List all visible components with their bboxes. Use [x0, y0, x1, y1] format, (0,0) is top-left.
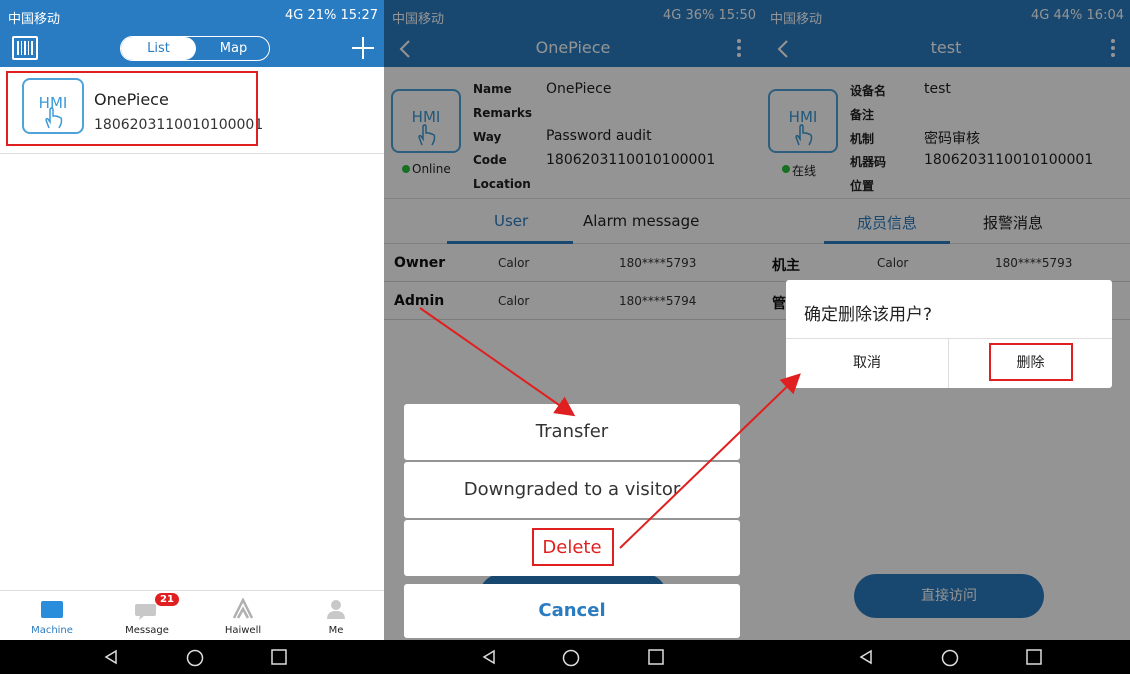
- highlight-box: [989, 343, 1073, 381]
- system-nav-bar: [0, 640, 384, 674]
- home-nav-icon[interactable]: [941, 649, 959, 667]
- cancel-label: Cancel: [538, 600, 606, 621]
- message-badge: 21: [155, 593, 179, 606]
- tab-list[interactable]: List: [121, 37, 196, 60]
- highlight-box: [532, 528, 614, 566]
- highlight-box: [6, 71, 258, 146]
- person-icon: [327, 600, 345, 619]
- dialog-cancel-button[interactable]: 取消: [786, 339, 949, 388]
- status-indicators: 4G 21% 15:27: [285, 8, 378, 23]
- machine-icon: [41, 601, 63, 618]
- recents-nav-icon[interactable]: [1026, 649, 1042, 665]
- haiwell-logo-icon: [232, 598, 254, 619]
- system-nav-bar: [762, 640, 1130, 674]
- dialog-title: 确定删除该用户?: [804, 305, 933, 325]
- dialog-cancel-label: 取消: [853, 355, 881, 371]
- add-icon[interactable]: [350, 35, 376, 65]
- bottom-tab-bar: Machine 21 Message Haiwell Me: [0, 590, 384, 640]
- recents-nav-icon[interactable]: [271, 649, 287, 665]
- tab-map[interactable]: Map: [196, 37, 269, 60]
- home-nav-icon[interactable]: [186, 649, 204, 667]
- back-nav-icon[interactable]: [103, 649, 119, 665]
- view-toggle: List Map: [120, 36, 270, 61]
- downgrade-visitor-button[interactable]: Downgraded to a visitor: [404, 462, 740, 518]
- system-nav-bar: [384, 640, 762, 674]
- back-nav-icon[interactable]: [858, 649, 874, 665]
- barcode-scan-icon[interactable]: [12, 36, 38, 60]
- device-detail-screen-zh: 中国移动 4G 44% 16:04 test HMI 在线 设备名 备注 机制 …: [762, 0, 1130, 674]
- device-detail-screen: 中国移动 4G 36% 15:50 OnePiece HMI Online Na…: [384, 0, 762, 674]
- carrier-label: 中国移动: [8, 12, 61, 27]
- transfer-button[interactable]: Transfer: [404, 404, 740, 460]
- recents-nav-icon[interactable]: [648, 649, 664, 665]
- top-toolbar: List Map: [0, 30, 384, 67]
- status-bar: 中国移动 4G 21% 15:27: [0, 0, 384, 30]
- home-nav-icon[interactable]: [562, 649, 580, 667]
- cancel-button[interactable]: Cancel: [404, 584, 740, 638]
- back-nav-icon[interactable]: [481, 649, 497, 665]
- device-list-screen: 中国移动 4G 21% 15:27 List Map HMI OnePiece …: [0, 0, 384, 674]
